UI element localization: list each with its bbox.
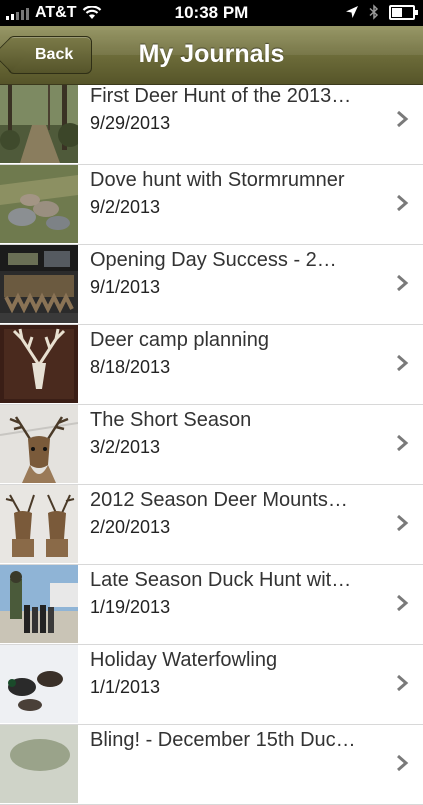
page-title: My Journals <box>138 40 285 68</box>
status-bar: AT&T 10:38 PM <box>0 0 423 26</box>
journal-row[interactable]: Late Season Duck Hunt wit… 1/19/2013 <box>0 565 423 645</box>
journal-thumbnail <box>0 725 78 803</box>
journal-date: 3/2/2013 <box>90 437 161 457</box>
journal-thumbnail <box>0 485 78 563</box>
journal-title: First Deer Hunt of the 2013… <box>90 85 352 107</box>
journal-thumbnail <box>0 645 78 723</box>
chevron-right-icon <box>397 354 409 372</box>
journal-title: Deer camp planning <box>90 329 269 351</box>
journal-title: 2012 Season Deer Mounts… <box>90 489 348 511</box>
chevron-right-icon <box>397 754 409 772</box>
chevron-right-icon <box>397 674 409 692</box>
chevron-right-icon <box>397 274 409 292</box>
journal-row[interactable]: Opening Day Success - 2… 9/1/2013 <box>0 245 423 325</box>
chevron-right-icon <box>397 194 409 212</box>
status-right <box>345 4 418 20</box>
bluetooth-icon <box>369 4 379 20</box>
journal-title: Holiday Waterfowling <box>90 649 278 671</box>
journal-title: Dove hunt with Stormrumner <box>90 169 345 191</box>
journal-row[interactable]: 2012 Season Deer Mounts… 2/20/2013 <box>0 485 423 565</box>
journal-date: 8/18/2013 <box>90 357 171 377</box>
journal-date: 9/1/2013 <box>90 277 161 297</box>
journal-thumbnail <box>0 165 78 243</box>
chevron-right-icon <box>397 514 409 532</box>
journal-title: Late Season Duck Hunt wit… <box>90 569 352 591</box>
journal-thumbnail <box>0 325 78 403</box>
journal-thumbnail <box>0 85 78 163</box>
journal-date: 2/20/2013 <box>90 517 171 537</box>
journal-date: 9/2/2013 <box>90 197 161 217</box>
journal-thumbnail <box>0 405 78 483</box>
journal-row[interactable]: The Short Season 3/2/2013 <box>0 405 423 485</box>
journal-thumbnail <box>0 245 78 323</box>
journal-date: 1/19/2013 <box>90 597 171 617</box>
journal-list: First Deer Hunt of the 2013… 9/29/2013 D… <box>0 85 423 805</box>
journal-thumbnail <box>0 565 78 643</box>
battery-icon <box>389 4 418 20</box>
journal-date: 1/1/2013 <box>90 677 161 697</box>
journal-title: The Short Season <box>90 409 252 431</box>
journal-date: 9/29/2013 <box>90 113 171 133</box>
journal-row[interactable]: Deer camp planning 8/18/2013 <box>0 325 423 405</box>
journal-row[interactable]: Holiday Waterfowling 1/1/2013 <box>0 645 423 725</box>
navigation-bar: Back My Journals <box>0 26 423 85</box>
journal-row[interactable]: First Deer Hunt of the 2013… 9/29/2013 <box>0 85 423 165</box>
chevron-right-icon <box>397 594 409 612</box>
location-arrow-icon <box>346 6 358 18</box>
journal-row[interactable]: Dove hunt with Stormrumner 9/2/2013 <box>0 165 423 245</box>
journal-row[interactable]: Bling! - December 15th Duc… <box>0 725 423 805</box>
journal-title: Opening Day Success - 2… <box>90 249 337 271</box>
chevron-right-icon <box>397 434 409 452</box>
journal-title: Bling! - December 15th Duc… <box>90 729 356 751</box>
chevron-right-icon <box>397 110 409 128</box>
